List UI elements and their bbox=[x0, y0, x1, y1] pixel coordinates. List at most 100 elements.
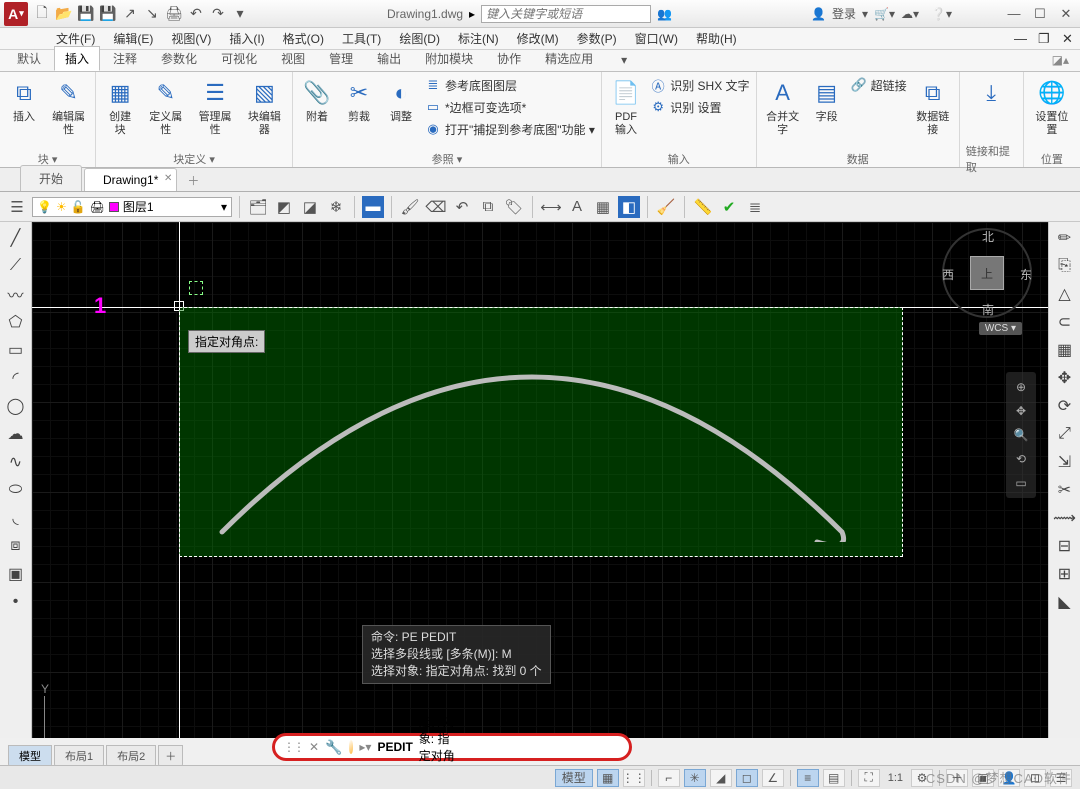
manage-attr-button[interactable]: ☰管理属性 bbox=[193, 75, 236, 139]
ribtab-expand-icon[interactable]: ▾ bbox=[610, 49, 638, 71]
adjust-button[interactable]: ◐调整 bbox=[383, 75, 419, 126]
showmotion-icon[interactable]: ▭ bbox=[1015, 476, 1026, 490]
point-icon[interactable]: • bbox=[4, 590, 28, 614]
tab-add-button[interactable]: ＋ bbox=[179, 170, 207, 191]
recognize-settings-button[interactable]: ⚙识别 设置 bbox=[650, 97, 749, 117]
match-prop-icon[interactable]: 🖌 bbox=[399, 196, 421, 218]
cmd-close-icon[interactable]: ✕ bbox=[309, 740, 319, 754]
doc-close-button[interactable]: ✕ bbox=[1054, 29, 1074, 49]
status-qs-icon[interactable]: ⛶ bbox=[858, 769, 880, 787]
layer-uniso-icon[interactable]: ◪ bbox=[299, 196, 321, 218]
zoom-icon[interactable]: 🔍 bbox=[1014, 428, 1029, 442]
trim-icon[interactable]: ✂ bbox=[1053, 478, 1077, 502]
menu-window[interactable]: 窗口(W) bbox=[627, 28, 686, 49]
ribtab-addon[interactable]: 附加模块 bbox=[414, 46, 484, 71]
help-search-input[interactable] bbox=[481, 5, 651, 23]
clip-button[interactable]: ✂剪裁 bbox=[341, 75, 377, 126]
revcloud-icon[interactable]: ☁ bbox=[4, 422, 28, 446]
status-lwt-icon[interactable]: ≡ bbox=[797, 769, 819, 787]
cart-icon[interactable]: 🛒▾ bbox=[874, 7, 895, 21]
prop-color-icon[interactable]: ▬ bbox=[362, 196, 384, 218]
ribtab-visual[interactable]: 可视化 bbox=[210, 46, 268, 71]
status-model[interactable]: 模型 bbox=[555, 769, 593, 787]
status-grid-icon[interactable]: ▦ bbox=[597, 769, 619, 787]
tab-start[interactable]: 开始 bbox=[20, 165, 82, 191]
undo-icon[interactable]: ↶ bbox=[188, 6, 204, 22]
frame-option-button[interactable]: ▭*边框可变选项* bbox=[425, 97, 595, 117]
redo-icon[interactable]: ↷ bbox=[210, 6, 226, 22]
attach-button[interactable]: 📎附着 bbox=[299, 75, 335, 126]
stretch-icon[interactable]: ⇲ bbox=[1053, 450, 1077, 474]
break-icon[interactable]: ⊟ bbox=[1053, 534, 1077, 558]
text-icon[interactable]: A bbox=[566, 196, 588, 218]
undo-tool-icon[interactable]: ↶ bbox=[451, 196, 473, 218]
ribtab-manage[interactable]: 管理 bbox=[318, 46, 364, 71]
extend-icon[interactable]: ⟿ bbox=[1053, 506, 1077, 530]
merge-text-button[interactable]: A合并文字 bbox=[763, 75, 803, 139]
tab-model[interactable]: 模型 bbox=[8, 745, 52, 767]
cmd-input[interactable] bbox=[466, 740, 621, 754]
xline-icon[interactable]: ⟋ bbox=[4, 254, 28, 278]
copy-icon[interactable]: ⎘ bbox=[1053, 254, 1077, 278]
layout-add-button[interactable]: ＋ bbox=[158, 745, 183, 767]
save-icon[interactable]: 💾 bbox=[78, 6, 94, 22]
line-icon[interactable]: ╱ bbox=[4, 226, 28, 250]
edit-attr-button[interactable]: ✎编辑属性 bbox=[48, 75, 89, 139]
stack-icon[interactable]: ≣ bbox=[744, 196, 766, 218]
set-location-button[interactable]: 🌐设置位置 bbox=[1030, 75, 1074, 139]
hyperlink-button[interactable]: 🔗超链接 bbox=[851, 75, 907, 95]
status-polar-icon[interactable]: ✳ bbox=[684, 769, 706, 787]
ellipse-icon[interactable]: ⬭ bbox=[4, 478, 28, 502]
tab-layout2[interactable]: 布局2 bbox=[106, 745, 156, 767]
measure-icon[interactable]: 📏 bbox=[692, 196, 714, 218]
qat-dropdown-icon[interactable]: ▾ bbox=[232, 6, 248, 22]
def-attr-button[interactable]: ✎定义属性 bbox=[144, 75, 187, 139]
tag-icon[interactable]: 🏷 bbox=[503, 196, 525, 218]
cmd-grip-icon[interactable]: ⋮⋮ bbox=[283, 740, 303, 754]
create-block-button[interactable]: ▦创建块 bbox=[102, 75, 138, 139]
dim-icon[interactable]: ⟷ bbox=[540, 196, 562, 218]
block-icon[interactable]: ▣ bbox=[4, 562, 28, 586]
insert-icon[interactable]: ⧈ bbox=[4, 534, 28, 558]
nav-bar[interactable]: ⊕ ✥ 🔍 ⟲ ▭ bbox=[1006, 372, 1036, 498]
pline-icon[interactable]: 〰 bbox=[4, 282, 28, 306]
pan-icon[interactable]: ✥ bbox=[1016, 404, 1026, 418]
insert-block-button[interactable]: ⧉插入 bbox=[6, 75, 42, 126]
rect-icon[interactable]: ▭ bbox=[4, 338, 28, 362]
help-icon[interactable]: ❔▾ bbox=[931, 7, 952, 21]
group-icon[interactable]: ⧉ bbox=[477, 196, 499, 218]
field-button[interactable]: ▤字段 bbox=[809, 75, 845, 126]
doc-restore-button[interactable]: ❐ bbox=[1030, 29, 1050, 49]
ribtab-output[interactable]: 输出 bbox=[366, 46, 412, 71]
menu-help[interactable]: 帮助(H) bbox=[688, 28, 745, 49]
scale-icon[interactable]: ⤢ bbox=[1053, 422, 1077, 446]
rotate-icon[interactable]: ⟳ bbox=[1053, 394, 1077, 418]
join-icon[interactable]: ⊞ bbox=[1053, 562, 1077, 586]
table-icon[interactable]: ▦ bbox=[592, 196, 614, 218]
cmd-wrench-icon[interactable]: 🔧 bbox=[325, 739, 342, 756]
login-dropdown-icon[interactable]: ▾ bbox=[862, 7, 868, 21]
polygon-icon[interactable]: ⬠ bbox=[4, 310, 28, 334]
saveas-icon[interactable]: 💾 bbox=[100, 6, 116, 22]
maximize-button[interactable]: ☐ bbox=[1030, 6, 1050, 22]
leader-icon[interactable]: ◧ bbox=[618, 196, 640, 218]
fullnav-icon[interactable]: ⊕ bbox=[1016, 380, 1026, 394]
open-icon[interactable]: 📂 bbox=[56, 6, 72, 22]
app-logo[interactable]: A▾ bbox=[4, 2, 28, 26]
tab-close-icon[interactable]: ✕ bbox=[164, 173, 172, 184]
ribbon-collapse-icon[interactable]: ◪▴ bbox=[1041, 49, 1080, 71]
status-osnap-icon[interactable]: ◻ bbox=[736, 769, 758, 787]
shx-recognize-button[interactable]: Ⓐ识别 SHX 文字 bbox=[650, 75, 749, 95]
block-editor-button[interactable]: ▧块编辑器 bbox=[243, 75, 286, 139]
mirror-icon[interactable]: △ bbox=[1053, 282, 1077, 306]
chamfer-icon[interactable]: ◣ bbox=[1053, 590, 1077, 614]
ellipsearc-icon[interactable]: ◟ bbox=[4, 506, 28, 530]
web-open-icon[interactable]: ↗ bbox=[122, 6, 138, 22]
eraser2-icon[interactable]: ✏ bbox=[1053, 226, 1077, 250]
doc-minimize-button[interactable]: — bbox=[1006, 29, 1026, 49]
minimize-button[interactable]: — bbox=[1004, 6, 1024, 21]
layer-dropdown[interactable]: 💡 ☀ 🔓 🖨 图层1 ▾ bbox=[32, 197, 232, 217]
binoculars-icon[interactable]: 👥 bbox=[657, 7, 672, 21]
view-cube[interactable]: 上 北南 西东 bbox=[942, 228, 1032, 318]
login-link[interactable]: 登录 bbox=[832, 5, 856, 22]
